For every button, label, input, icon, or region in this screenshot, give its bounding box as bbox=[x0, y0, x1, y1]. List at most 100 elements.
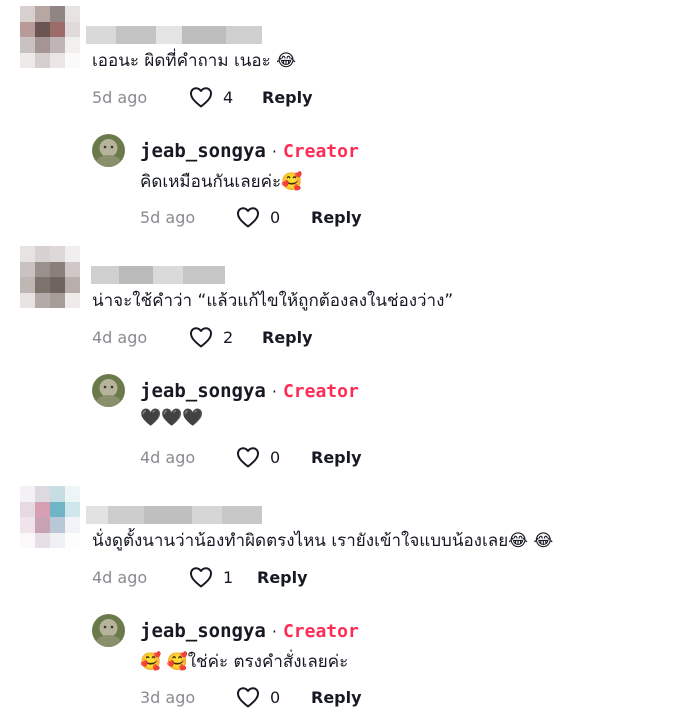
creator-avatar[interactable] bbox=[92, 614, 125, 647]
creator-reply-timestamp: 4d ago bbox=[140, 448, 196, 467]
comment-text: เออนะ ผิดที่คำถาม เนอะ 😂 bbox=[92, 51, 296, 71]
like-count: 1 bbox=[223, 567, 234, 587]
creator-reply-like-button[interactable]: 0 bbox=[236, 686, 280, 708]
like-count: 2 bbox=[223, 327, 234, 347]
commenter-name-pixelated[interactable] bbox=[86, 26, 262, 44]
avatar-pixel bbox=[65, 6, 80, 22]
heart-outline-icon bbox=[190, 327, 212, 348]
like-count: 0 bbox=[270, 447, 281, 467]
avatar-pixel bbox=[65, 246, 80, 262]
avatar-pixel bbox=[20, 6, 35, 22]
comment-text: นั่งดูตั้งนานว่าน้องทำผิดตรงไหน เรายังเข… bbox=[92, 531, 554, 551]
separator-dot: · bbox=[271, 622, 277, 641]
like-button[interactable]: 1 bbox=[189, 566, 233, 588]
like-button[interactable]: 4 bbox=[189, 86, 233, 108]
avatar-pixel bbox=[65, 517, 80, 533]
avatar-pixel bbox=[20, 246, 35, 262]
avatar-pixel bbox=[65, 21, 80, 37]
avatar-pixel bbox=[65, 486, 80, 502]
avatar-pixel bbox=[35, 532, 50, 548]
heart-outline-icon bbox=[237, 687, 259, 708]
avatar-pixel bbox=[35, 21, 50, 37]
creator-reply-timestamp: 3d ago bbox=[140, 688, 196, 707]
avatar-pixel bbox=[65, 37, 80, 53]
avatar-pixel bbox=[35, 292, 50, 308]
reply-button[interactable]: Reply bbox=[262, 328, 313, 347]
avatar-pixel bbox=[50, 6, 65, 22]
avatar-pixel bbox=[35, 261, 50, 277]
avatar-pixel bbox=[35, 52, 50, 68]
creator-reply-like-button[interactable]: 0 bbox=[236, 446, 280, 468]
separator-dot: · bbox=[271, 382, 277, 401]
commenter-name-pixelated[interactable] bbox=[91, 266, 225, 284]
creator-reply-reply-button[interactable]: Reply bbox=[311, 208, 362, 227]
avatar-pixel bbox=[35, 501, 50, 517]
creator-avatar[interactable] bbox=[92, 374, 125, 407]
avatar-pixel bbox=[20, 501, 35, 517]
avatar-pixel bbox=[20, 292, 35, 308]
commenter-avatar-pixelated[interactable] bbox=[20, 6, 80, 68]
commenter-avatar-pixelated[interactable] bbox=[20, 246, 80, 308]
creator-reply-timestamp: 5d ago bbox=[140, 208, 196, 227]
heart-outline-icon bbox=[237, 447, 259, 468]
separator-dot: · bbox=[271, 142, 277, 161]
like-count: 4 bbox=[223, 87, 234, 107]
creator-reply-text: 🖤🖤🖤 bbox=[140, 408, 204, 428]
avatar-pixel bbox=[35, 246, 50, 262]
avatar-pixel bbox=[65, 52, 80, 68]
heart-outline-icon bbox=[237, 207, 259, 228]
creator-username[interactable]: jeab_songya bbox=[140, 140, 266, 162]
avatar-pixel bbox=[20, 37, 35, 53]
reply-button[interactable]: Reply bbox=[262, 88, 313, 107]
avatar-pixel bbox=[50, 37, 65, 53]
creator-username[interactable]: jeab_songya bbox=[140, 380, 266, 402]
creator-reply-like-button[interactable]: 0 bbox=[236, 206, 280, 228]
avatar-pixel bbox=[50, 246, 65, 262]
avatar-pixel bbox=[35, 277, 50, 293]
avatar-pixel bbox=[20, 261, 35, 277]
comment-timestamp: 4d ago bbox=[92, 328, 148, 347]
creator-badge: Creator bbox=[282, 381, 359, 402]
creator-avatar[interactable] bbox=[92, 134, 125, 167]
avatar-pixel bbox=[50, 292, 65, 308]
avatar-pixel bbox=[65, 277, 80, 293]
creator-reply-reply-button[interactable]: Reply bbox=[311, 448, 362, 467]
comment-text: น่าจะใช้คำว่า “แล้วแก้ไขให้ถูกต้องลงในช่… bbox=[92, 291, 454, 311]
like-button[interactable]: 2 bbox=[189, 326, 233, 348]
comment-timestamp: 4d ago bbox=[92, 568, 148, 587]
avatar-pixel bbox=[50, 21, 65, 37]
avatar-pixel bbox=[50, 261, 65, 277]
avatar-pixel bbox=[35, 486, 50, 502]
avatar-pixel bbox=[20, 277, 35, 293]
avatar-pixel bbox=[20, 52, 35, 68]
avatar-pixel bbox=[35, 6, 50, 22]
avatar-pixel bbox=[20, 21, 35, 37]
avatar-pixel bbox=[20, 486, 35, 502]
creator-reply-header: jeab_songya · Creator bbox=[140, 620, 359, 642]
avatar-pixel bbox=[35, 37, 50, 53]
commenter-avatar-pixelated[interactable] bbox=[20, 486, 80, 548]
avatar-pixel bbox=[20, 532, 35, 548]
heart-outline-icon bbox=[190, 87, 212, 108]
like-count: 0 bbox=[270, 207, 281, 227]
avatar-pixel bbox=[50, 277, 65, 293]
creator-reply-header: jeab_songya · Creator bbox=[140, 140, 359, 162]
comment-timestamp: 5d ago bbox=[92, 88, 148, 107]
reply-button[interactable]: Reply bbox=[257, 568, 308, 587]
avatar-pixel bbox=[50, 52, 65, 68]
creator-reply-text: 🥰 🥰ใช่ค่ะ ตรงคำสั่งเลยค่ะ bbox=[140, 652, 349, 672]
creator-badge: Creator bbox=[282, 621, 359, 642]
avatar-pixel bbox=[65, 292, 80, 308]
commenter-name-pixelated[interactable] bbox=[86, 506, 262, 524]
avatar-pixel bbox=[50, 501, 65, 517]
avatar-pixel bbox=[50, 517, 65, 533]
avatar-pixel bbox=[50, 486, 65, 502]
heart-outline-icon bbox=[190, 567, 212, 588]
avatar-pixel bbox=[65, 501, 80, 517]
creator-reply-reply-button[interactable]: Reply bbox=[311, 688, 362, 707]
avatar-pixel bbox=[35, 517, 50, 533]
avatar-pixel bbox=[20, 517, 35, 533]
creator-reply-header: jeab_songya · Creator bbox=[140, 380, 359, 402]
creator-username[interactable]: jeab_songya bbox=[140, 620, 266, 642]
avatar-pixel bbox=[65, 532, 80, 548]
